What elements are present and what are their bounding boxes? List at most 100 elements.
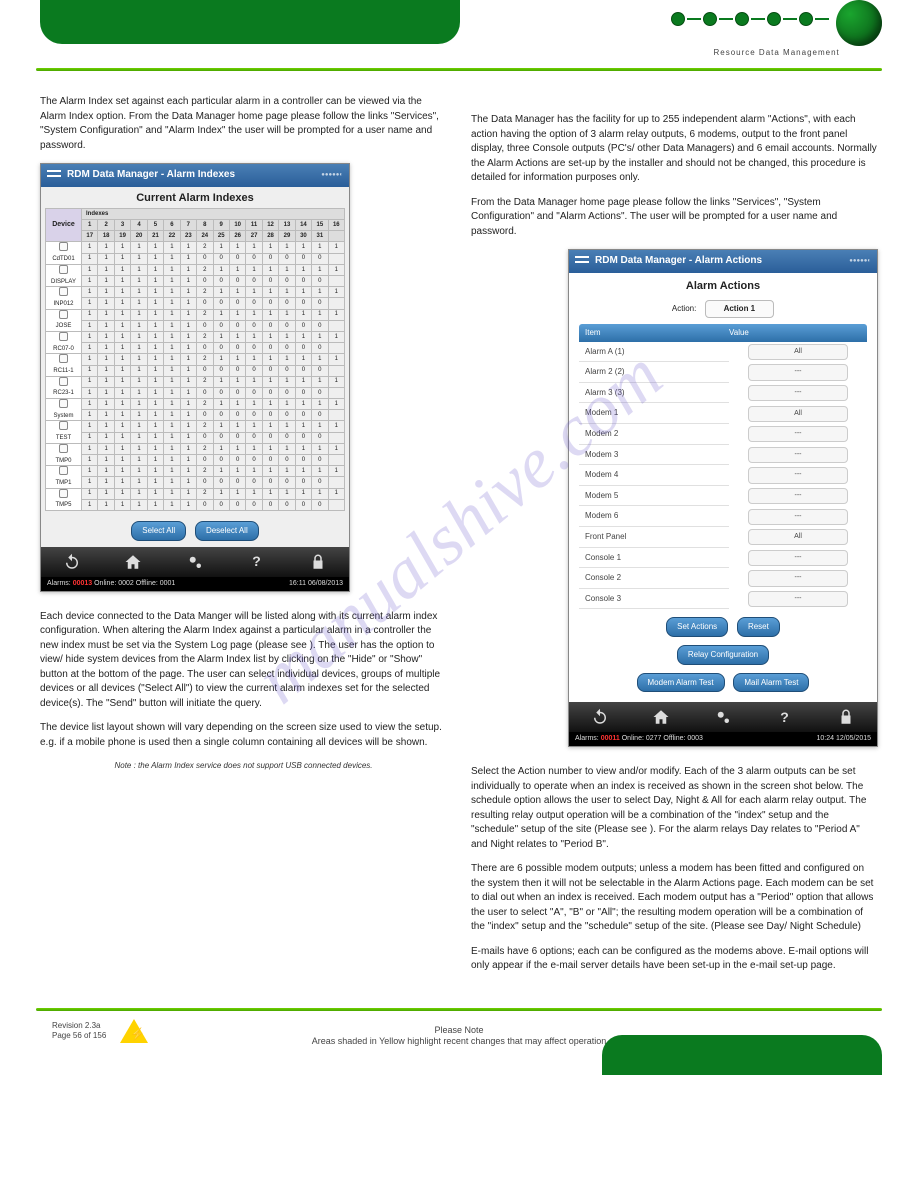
- action-item-row: Modem 1All: [579, 403, 867, 424]
- help-icon[interactable]: ?: [246, 553, 268, 571]
- action-item-value[interactable]: All: [748, 529, 848, 545]
- warning-bolt-icon: ⚡: [130, 1027, 145, 1041]
- brand-logo: Resource Data Management: [671, 0, 882, 57]
- modem-test-button[interactable]: Modem Alarm Test: [637, 673, 725, 693]
- help-icon[interactable]: ?: [774, 708, 796, 726]
- right-body: From the Data Manager home page please f…: [471, 196, 878, 240]
- index-header-row-top: 12345678910111213141516: [46, 220, 345, 231]
- device-checkbox[interactable]: [59, 466, 68, 475]
- footer-green-bar: [602, 1035, 882, 1075]
- left-intro: The Alarm Index set against each particu…: [40, 95, 447, 153]
- index-header-row-bot: 171819202122232425262728293031: [46, 231, 345, 242]
- action-item-value[interactable]: ---: [748, 550, 848, 566]
- action-item-value[interactable]: ---: [748, 570, 848, 586]
- action-item-label: Modem 3: [579, 445, 729, 466]
- reset-button[interactable]: Reset: [737, 617, 780, 637]
- right-cfg2: There are 6 possible modem outputs; unle…: [471, 862, 878, 935]
- indexes-header: Indexes: [82, 209, 345, 220]
- action-item-value[interactable]: ---: [748, 467, 848, 483]
- select-all-button[interactable]: Select All: [131, 521, 186, 541]
- device-checkbox[interactable]: [59, 242, 68, 251]
- left-column: The Alarm Index set against each particu…: [40, 95, 447, 984]
- action-item-value[interactable]: ---: [748, 364, 848, 380]
- kv-header: ItemValue: [579, 324, 867, 342]
- device-cell: TEST: [46, 421, 82, 443]
- footer-warn-title: Please Note: [312, 1025, 607, 1037]
- footer-rule: [36, 1008, 882, 1011]
- deselect-all-button[interactable]: Deselect All: [195, 521, 259, 541]
- gears-icon[interactable]: [712, 708, 734, 726]
- ss1-subtitle: Current Alarm Indexes: [41, 187, 349, 209]
- action-item-label: Console 3: [579, 589, 729, 610]
- ss1-mini-logo: ●●●●●◐: [321, 171, 343, 180]
- ss2-mini-logo: ●●●●●◐: [849, 257, 871, 266]
- ss1-header: RDM Data Manager - Alarm Indexes ●●●●●◐: [41, 164, 349, 187]
- device-checkbox[interactable]: [59, 310, 68, 319]
- action-item-value[interactable]: ---: [748, 509, 848, 525]
- action-select[interactable]: Action 1: [705, 300, 775, 318]
- home-icon[interactable]: [122, 553, 144, 571]
- action-item-row: Modem 6---: [579, 506, 867, 527]
- action-item-label: Console 1: [579, 548, 729, 569]
- ss1-toolbar: ?: [41, 547, 349, 577]
- action-item-value[interactable]: ---: [748, 591, 848, 607]
- ss2-timestamp: 10:24 12/05/2015: [817, 734, 872, 744]
- action-item-row: Console 2 ---: [579, 568, 867, 589]
- right-intro: The Data Manager has the facility for up…: [471, 113, 878, 186]
- brand-text: Resource Data Management: [671, 48, 882, 57]
- action-item-row: Front PanelAll: [579, 527, 867, 548]
- action-item-value[interactable]: All: [748, 406, 848, 422]
- globe-icon: [836, 0, 882, 46]
- relay-config-button[interactable]: Relay Configuration: [677, 645, 769, 665]
- action-item-row: Console 3 ---: [579, 589, 867, 610]
- home-icon[interactable]: [650, 708, 672, 726]
- ss1-statusbar: Alarms: 00013 Online: 0002 Offline: 0001…: [41, 577, 349, 591]
- action-item-label: Modem 2: [579, 424, 729, 445]
- lock-icon[interactable]: [307, 553, 329, 571]
- action-item-value[interactable]: ---: [748, 385, 848, 401]
- device-checkbox[interactable]: [59, 421, 68, 430]
- device-cell: TMP5: [46, 488, 82, 510]
- back-icon[interactable]: [61, 553, 83, 571]
- footer-warn-text: Areas shaded in Yellow highlight recent …: [312, 1036, 607, 1048]
- action-item-label: Console 2: [579, 568, 729, 589]
- back-icon[interactable]: [589, 708, 611, 726]
- action-item-label: Modem 5: [579, 486, 729, 507]
- device-checkbox[interactable]: [59, 354, 68, 363]
- hamburger-icon[interactable]: [47, 170, 61, 180]
- device-checkbox[interactable]: [59, 377, 68, 386]
- ss1-title: RDM Data Manager - Alarm Indexes: [67, 168, 321, 183]
- action-item-value[interactable]: ---: [748, 447, 848, 463]
- device-checkbox[interactable]: [59, 287, 68, 296]
- right-cfg3: E-mails have 6 options; each can be conf…: [471, 945, 878, 974]
- device-checkbox[interactable]: [59, 265, 68, 274]
- ss2-subtitle: Alarm Actions: [579, 279, 867, 295]
- action-item-label: Modem 4: [579, 465, 729, 486]
- device-cell: RC07-0: [46, 331, 82, 353]
- action-item-row: Console 1 ---: [579, 548, 867, 569]
- revision-text: Revision 2.3a: [52, 1021, 106, 1031]
- page-number: Page 56 of 156: [52, 1031, 106, 1041]
- action-item-row: Modem 2 ---: [579, 424, 867, 445]
- device-checkbox[interactable]: [59, 332, 68, 341]
- action-item-value[interactable]: ---: [748, 488, 848, 504]
- action-item-value[interactable]: All: [748, 344, 848, 360]
- mail-test-button[interactable]: Mail Alarm Test: [733, 673, 809, 693]
- device-header: Device: [46, 209, 82, 242]
- gears-icon[interactable]: [184, 553, 206, 571]
- ss1-timestamp: 16:11 06/08/2013: [289, 579, 343, 589]
- screenshot-alarm-actions: RDM Data Manager - Alarm Actions ●●●●●◐ …: [568, 249, 878, 747]
- device-checkbox[interactable]: [59, 489, 68, 498]
- ss2-title: RDM Data Manager - Alarm Actions: [595, 254, 849, 269]
- hamburger-icon[interactable]: [575, 256, 589, 266]
- ss2-header: RDM Data Manager - Alarm Actions ●●●●●◐: [569, 250, 877, 273]
- action-item-value[interactable]: ---: [748, 426, 848, 442]
- lock-icon[interactable]: [835, 708, 857, 726]
- device-cell: RC11-1: [46, 354, 82, 376]
- device-checkbox[interactable]: [59, 444, 68, 453]
- device-checkbox[interactable]: [59, 399, 68, 408]
- action-item-row: Modem 4 ---: [579, 465, 867, 486]
- header-green-bar: [40, 0, 460, 44]
- device-cell: CdTD01: [46, 242, 82, 264]
- set-actions-button[interactable]: Set Actions: [666, 617, 728, 637]
